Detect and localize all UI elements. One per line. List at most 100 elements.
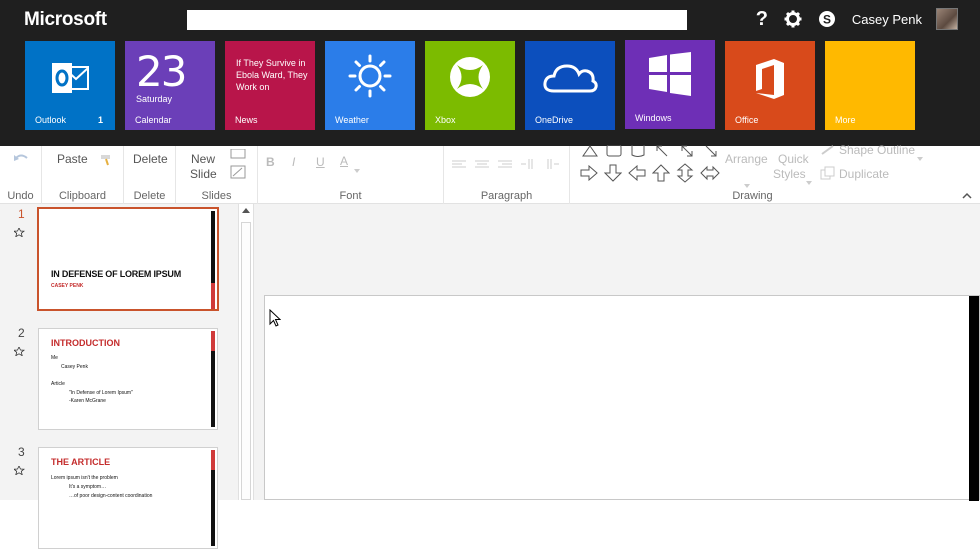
bold-button[interactable]: B bbox=[266, 155, 275, 169]
unread-count: 1 bbox=[97, 115, 103, 125]
delete-button[interactable]: Delete bbox=[133, 152, 168, 166]
align-left-icon[interactable] bbox=[452, 157, 466, 175]
cloud-icon bbox=[525, 61, 615, 95]
settings-gear-icon[interactable] bbox=[784, 10, 802, 28]
shape-outline-button[interactable]: Shape Outline bbox=[839, 143, 915, 157]
slide-layout-icon[interactable] bbox=[230, 146, 246, 164]
slide-thumbnail-1[interactable]: IN DEFENSE OF LOREM IPSUM CASEY PENK bbox=[37, 207, 219, 311]
slide-accent-bar-red bbox=[211, 283, 215, 309]
tile-label: More bbox=[835, 115, 856, 125]
slide-design-icon[interactable] bbox=[230, 165, 246, 184]
tile-xbox[interactable]: Xbox bbox=[425, 41, 515, 130]
group-label-clipboard: Clipboard bbox=[58, 190, 107, 202]
italic-button[interactable]: I bbox=[292, 155, 295, 169]
chevron-down-icon bbox=[806, 172, 812, 190]
ltr-paragraph-icon[interactable] bbox=[545, 156, 559, 174]
sun-icon bbox=[325, 53, 415, 99]
search-input[interactable] bbox=[187, 10, 687, 30]
windows-logo-icon bbox=[625, 52, 715, 96]
slide-editor bbox=[254, 204, 980, 501]
slide-canvas[interactable] bbox=[264, 295, 980, 501]
tile-label: Weather bbox=[335, 115, 369, 125]
slide-thumbnail-pane: 1 IN DEFENSE OF LOREM IPSUM CASEY PENK 2… bbox=[0, 204, 238, 549]
group-label-delete: Delete bbox=[133, 190, 166, 202]
tile-office[interactable]: Office bbox=[725, 41, 815, 130]
slide-accent-bar bbox=[211, 351, 215, 427]
duplicate-icon[interactable] bbox=[820, 166, 836, 185]
tile-more[interactable]: More bbox=[825, 41, 915, 130]
rtl-paragraph-icon[interactable] bbox=[521, 156, 535, 174]
tile-label: Outlook bbox=[35, 115, 67, 125]
slide-body-line: Me bbox=[51, 355, 58, 361]
group-label-drawing: Drawing bbox=[732, 190, 773, 202]
arrow-right-shape-icon[interactable] bbox=[580, 164, 598, 186]
tile-label: Xbox bbox=[435, 115, 456, 125]
slide-subtitle: CASEY PENK bbox=[51, 283, 84, 289]
underline-button[interactable]: U bbox=[316, 155, 325, 169]
tile-onedrive[interactable]: OneDrive bbox=[525, 41, 615, 130]
line-arrow-nw-icon[interactable] bbox=[655, 144, 669, 162]
xbox-icon bbox=[425, 55, 515, 99]
quick-styles-button-line1[interactable]: Quick bbox=[778, 152, 809, 166]
align-center-icon[interactable] bbox=[475, 157, 489, 175]
slide-thumbnail-2[interactable]: INTRODUCTION Me Casey Penk Article "In D… bbox=[38, 328, 218, 430]
undo-icon[interactable] bbox=[13, 152, 29, 171]
ribbon-group-paragraph: Paragraph bbox=[444, 146, 570, 204]
ribbon-group-drawing: Arrange Quick Styles Shape Outline Dupli… bbox=[570, 143, 935, 204]
rounded-rect-shape-icon[interactable] bbox=[606, 144, 622, 162]
slide-accent-bar-red bbox=[211, 331, 215, 351]
shape-outline-icon[interactable] bbox=[821, 142, 835, 160]
slide-body-line: It's a symptom… bbox=[69, 484, 107, 490]
help-icon[interactable]: ? bbox=[756, 8, 768, 31]
new-slide-button-line2[interactable]: Slide bbox=[190, 167, 217, 181]
slide-body-line: …of poor design-content coordination bbox=[69, 493, 153, 499]
arrow-left-shape-icon[interactable] bbox=[628, 164, 646, 186]
arrange-button[interactable]: Arrange bbox=[725, 152, 768, 166]
scroll-up-arrow-icon[interactable] bbox=[242, 208, 250, 213]
arrow-leftright-shape-icon[interactable] bbox=[700, 165, 720, 186]
arrow-down-shape-icon[interactable] bbox=[603, 164, 623, 187]
new-slide-button-line1[interactable]: New bbox=[191, 152, 215, 166]
scrollbar-thumb[interactable] bbox=[241, 222, 251, 500]
paste-button[interactable]: Paste bbox=[57, 152, 88, 166]
arrow-updown-shape-icon[interactable] bbox=[676, 163, 694, 188]
font-color-button[interactable]: A bbox=[340, 154, 348, 168]
ribbon-group-undo: Undo bbox=[0, 146, 42, 204]
skype-icon[interactable]: S bbox=[818, 10, 836, 28]
format-painter-icon[interactable] bbox=[100, 153, 114, 171]
slide-body-line: Casey Penk bbox=[61, 364, 88, 370]
tile-label: News bbox=[235, 115, 258, 125]
duplicate-button[interactable]: Duplicate bbox=[839, 167, 889, 181]
chevron-down-icon[interactable] bbox=[354, 160, 360, 178]
align-right-icon[interactable] bbox=[498, 157, 512, 175]
slide-accent-bar bbox=[969, 296, 979, 501]
news-headline: If They Survive in Ebola Ward, They Work… bbox=[236, 58, 308, 92]
transition-star-icon bbox=[12, 343, 26, 357]
calendar-date-number: 23 bbox=[136, 47, 187, 96]
ribbon-group-clipboard: Paste Clipboard bbox=[42, 146, 124, 204]
cylinder-shape-icon[interactable] bbox=[630, 144, 646, 162]
tile-weather[interactable]: Weather bbox=[325, 41, 415, 130]
group-label-undo: Undo bbox=[7, 190, 34, 202]
tile-label: Calendar bbox=[135, 115, 172, 125]
user-name[interactable]: Casey Penk bbox=[852, 12, 922, 27]
line-arrow-se-icon[interactable] bbox=[680, 144, 694, 162]
arrow-up-shape-icon[interactable] bbox=[651, 164, 671, 187]
office-icon bbox=[725, 57, 815, 101]
tile-news[interactable]: If They Survive in Ebola Ward, They Work… bbox=[225, 41, 315, 130]
quick-styles-button-line2[interactable]: Styles bbox=[773, 167, 806, 181]
tile-outlook[interactable]: Outlook 1 bbox=[25, 41, 115, 130]
line-arrow-diag-icon[interactable] bbox=[704, 144, 718, 162]
tile-label: Office bbox=[735, 115, 759, 125]
slide-number: 2 bbox=[18, 326, 25, 340]
triangle-shape-icon[interactable] bbox=[582, 144, 598, 162]
slide-thumbnail-3[interactable]: THE ARTICLE Lorem ipsum isn't the proble… bbox=[38, 447, 218, 549]
app-launcher-bar: Microsoft ? S Casey Penk Outlook 1 23 Sa… bbox=[0, 0, 980, 146]
thumbnail-scrollbar[interactable] bbox=[238, 204, 254, 500]
microsoft-brand[interactable]: Microsoft bbox=[24, 9, 107, 31]
collapse-ribbon-icon[interactable] bbox=[962, 186, 972, 204]
tile-calendar[interactable]: 23 Saturday Calendar bbox=[125, 41, 215, 130]
avatar[interactable] bbox=[936, 8, 958, 30]
mouse-cursor-icon bbox=[269, 308, 282, 332]
tile-windows[interactable]: Windows bbox=[625, 40, 715, 129]
